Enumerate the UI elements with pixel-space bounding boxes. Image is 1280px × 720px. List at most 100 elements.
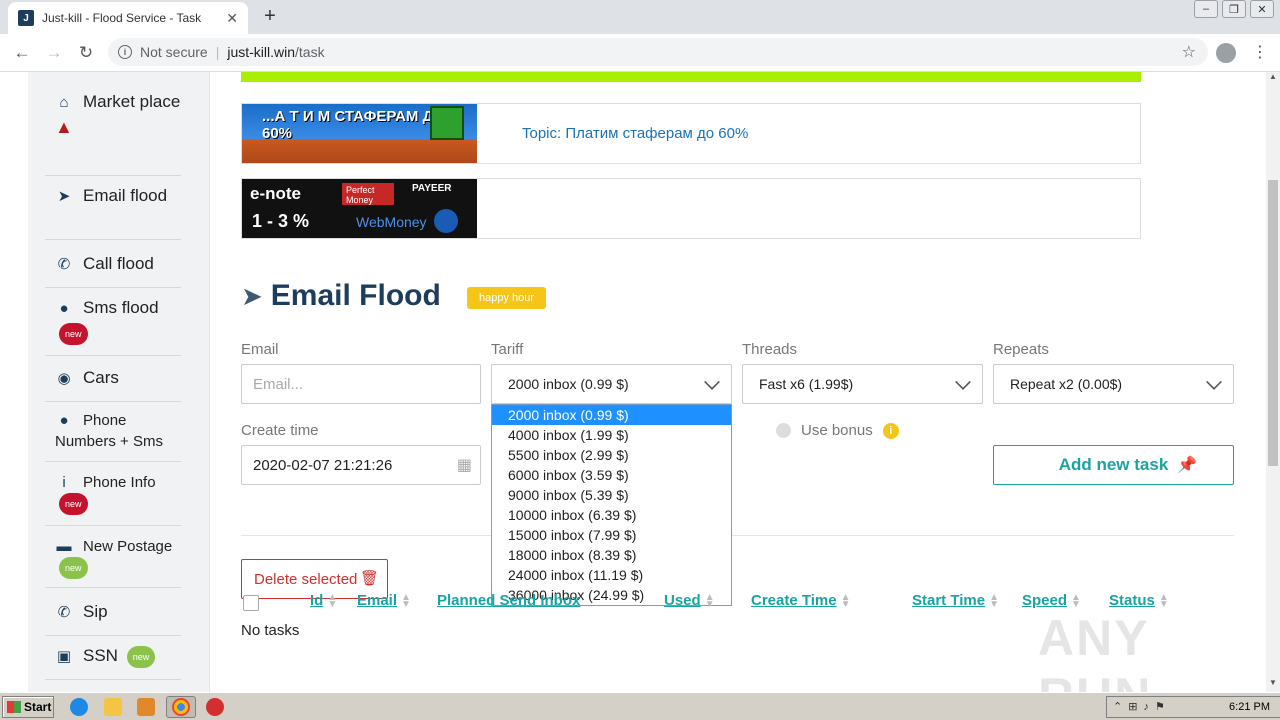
sidebar-item-new-postage[interactable]: ▬ New Postage new (45, 536, 181, 588)
new-tab-button[interactable]: + (258, 6, 282, 28)
sort-icon: ▲ ▼ (327, 592, 338, 611)
page-scrollbar[interactable]: ▲ ▼ (1266, 72, 1280, 692)
start-button[interactable]: Start (2, 696, 54, 718)
site-info-icon[interactable]: i (118, 45, 132, 59)
system-tray: ⌃⊞♪⚑ 6:21 PM (1106, 696, 1280, 718)
tariff-option[interactable]: 6000 inbox (3.59 $) (492, 465, 731, 485)
forward-button[interactable]: → (38, 43, 70, 63)
page-title-text: Email Flood (270, 279, 441, 312)
chevron-down-icon (1206, 374, 1222, 390)
sidebar-item-cars[interactable]: ◉ Cars (45, 366, 181, 402)
promo-green-bar[interactable] (241, 72, 1141, 82)
profile-avatar[interactable] (1216, 43, 1236, 63)
media-player-icon[interactable] (137, 698, 155, 716)
car-icon: ◉ (57, 370, 71, 387)
threads-selected-value: Fast x6 (1.99$) (759, 376, 854, 392)
sidebar-item-marketplace[interactable]: ⌂ Market place ▲ (45, 90, 181, 176)
column-header-used[interactable]: Used ▲ ▼ (664, 592, 715, 610)
sidebar-item-call-flood[interactable]: ✆ Call flood (45, 252, 181, 288)
tariff-option[interactable]: 5500 inbox (2.99 $) (492, 445, 731, 465)
tariff-dropdown-list[interactable]: 2000 inbox (0.99 $) 4000 inbox (1.99 $) … (491, 404, 732, 606)
use-bonus-toggle[interactable]: Use bonus i (776, 422, 899, 439)
site-favicon-icon: J (18, 10, 34, 26)
sidebar-item-email-flood[interactable]: ➤ Email flood (45, 184, 181, 240)
scroll-down-arrow-icon[interactable]: ▼ (1266, 678, 1280, 692)
happy-hour-badge: happy hour (467, 287, 547, 309)
explorer-folder-icon[interactable] (104, 698, 122, 716)
reload-button[interactable]: ↻ (70, 43, 102, 63)
info-icon: i (62, 474, 66, 491)
address-toolbar: ← → ↻ i Not secure | just-kill.win/task … (0, 34, 1280, 72)
column-header-planned-send-inbox[interactable]: Planned Send Inbox (437, 592, 580, 609)
column-header-id[interactable]: Id ▲ ▼ (310, 592, 338, 611)
chevron-down-icon (955, 374, 971, 390)
use-bonus-label: Use bonus (801, 422, 873, 439)
security-alert-icon[interactable] (206, 698, 224, 716)
sidebar-item-sms-flood[interactable]: ● Sms flood new (45, 296, 181, 356)
tariff-select[interactable]: 2000 inbox (0.99 $) (491, 364, 732, 404)
tariff-option[interactable]: 18000 inbox (8.39 $) (492, 545, 731, 565)
sort-icon: ▲ ▼ (1158, 592, 1169, 611)
column-header-email[interactable]: Email ▲ ▼ (357, 592, 411, 610)
repeats-select[interactable]: Repeat x2 (0.00$) (993, 364, 1234, 404)
scroll-up-arrow-icon[interactable]: ▲ (1266, 72, 1280, 86)
back-button[interactable]: ← (6, 43, 38, 63)
banner-image-mario[interactable]: ...А Т И М СТАФЕРАМ ДО 60% (242, 104, 477, 163)
column-header-start-time[interactable]: Start Time ▲ ▼ (912, 592, 999, 610)
column-header-status[interactable]: Status ▲ ▼ (1109, 592, 1169, 611)
banner-topic-link[interactable]: Topic: Платим стаферам до 60% (522, 125, 748, 142)
calendar-icon[interactable]: ▦ (457, 455, 472, 475)
tariff-option[interactable]: 15000 inbox (7.99 $) (492, 525, 731, 545)
add-task-label: Add new task (1058, 455, 1169, 474)
url-host: just-kill.win (227, 44, 296, 60)
threads-select[interactable]: Fast x6 (1.99$) (742, 364, 983, 404)
scrollbar-thumb[interactable] (1268, 180, 1278, 466)
promo-banner-payments[interactable]: e-note Perfect Money PAYEER 1 - 3 % WebM… (241, 178, 1141, 239)
email-input[interactable]: Email... (241, 364, 481, 404)
tariff-option[interactable]: 9000 inbox (5.39 $) (492, 485, 731, 505)
basket-icon: ⌂ (59, 94, 69, 111)
section-divider (241, 535, 1234, 536)
sidebar-item-phone-info[interactable]: i Phone Info new (45, 472, 181, 526)
tray-icons[interactable]: ⌃⊞♪⚑ (1113, 700, 1171, 713)
promo-banner-staff[interactable]: ...А Т И М СТАФЕРАМ ДО 60% Topic: Платим… (241, 103, 1141, 164)
tariff-option[interactable]: 4000 inbox (1.99 $) (492, 425, 731, 445)
webmoney-logo: WebMoney (356, 214, 427, 230)
tariff-option[interactable]: 24000 inbox (11.19 $) (492, 565, 731, 585)
browser-tab[interactable]: J Just-kill - Flood Service - Task ✕ (8, 2, 248, 34)
browser-menu-icon[interactable]: ⋮ (1252, 42, 1268, 62)
tab-title: Just-kill - Flood Service - Task (42, 11, 202, 25)
tariff-option[interactable]: 2000 inbox (0.99 $) (492, 405, 731, 425)
url-bar[interactable]: i Not secure | just-kill.win/task ☆ (108, 38, 1208, 66)
url-separator: | (215, 44, 220, 60)
column-header-create-time[interactable]: Create Time ▲ ▼ (751, 592, 851, 610)
tariff-option[interactable]: 10000 inbox (6.39 $) (492, 505, 731, 525)
chat-icon: ● (59, 300, 69, 317)
info-icon[interactable]: i (882, 422, 899, 439)
column-header-speed[interactable]: Speed ▲ ▼ (1022, 592, 1081, 610)
maximize-button[interactable]: ❐ (1222, 0, 1246, 18)
create-time-value: 2020-02-07 21:21:26 (253, 456, 393, 474)
close-window-button[interactable]: ✕ (1250, 0, 1274, 18)
delete-selected-label: Delete selected (254, 570, 358, 588)
create-time-input[interactable]: 2020-02-07 21:21:26 ▦ (241, 445, 481, 485)
sidebar-item-ssn[interactable]: ▣ SSN new (45, 644, 181, 680)
pipe-graphic (430, 106, 464, 140)
add-new-task-button[interactable]: Add new task 📌 (993, 445, 1234, 485)
paper-plane-icon: ➤ (57, 188, 71, 205)
chrome-icon (172, 698, 190, 716)
sidebar-item-phone-numbers-sms[interactable]: ● Phone Numbers + Sms (45, 410, 181, 462)
webmoney-globe-icon (434, 209, 458, 233)
no-tasks-message: No tasks (241, 622, 300, 639)
select-all-checkbox[interactable] (243, 595, 259, 611)
minimize-button[interactable]: – (1194, 0, 1218, 18)
bookmark-star-icon[interactable]: ☆ (1182, 42, 1196, 62)
banner-percent: 1 - 3 % (252, 211, 310, 231)
warning-icon: ▲ (55, 117, 73, 137)
chat-icon: ● (59, 412, 69, 429)
banner-image-payments[interactable]: e-note Perfect Money PAYEER 1 - 3 % WebM… (242, 179, 477, 238)
tab-close-icon[interactable]: ✕ (226, 10, 238, 27)
clock[interactable]: 6:21 PM (1229, 701, 1270, 713)
use-bonus-radio[interactable] (776, 423, 791, 438)
ie-icon[interactable] (70, 698, 88, 716)
